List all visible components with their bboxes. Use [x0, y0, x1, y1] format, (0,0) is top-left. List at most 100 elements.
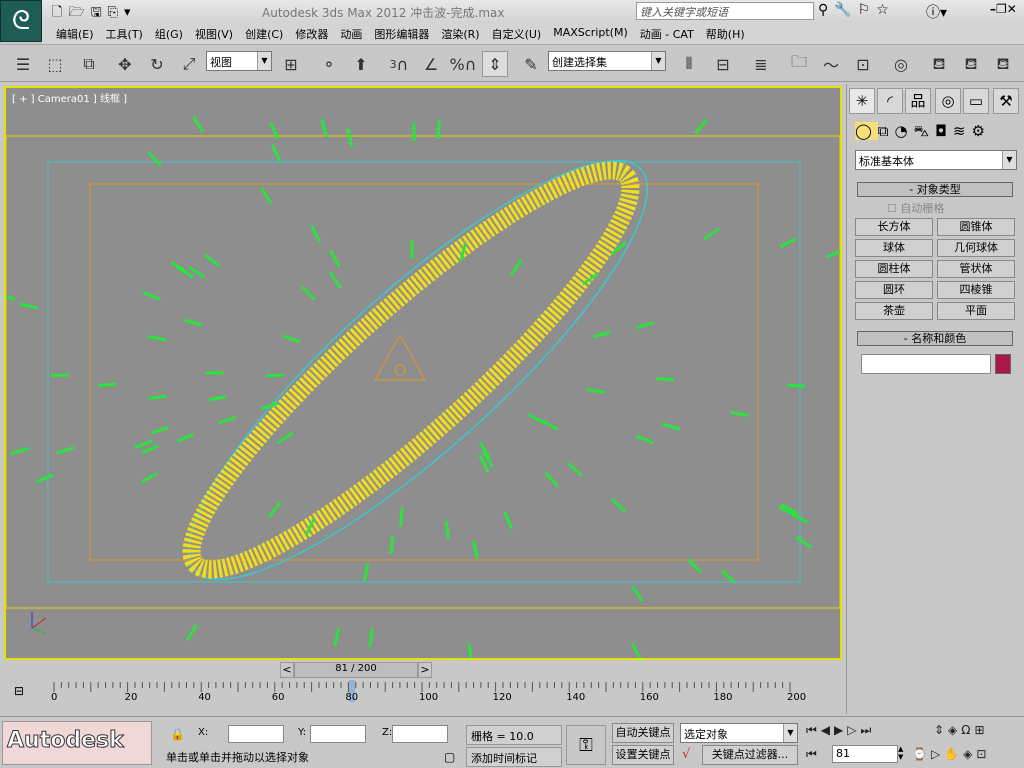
- keyboard-shortcut-icon[interactable]: ⬆: [348, 51, 374, 77]
- rendered-frame-icon[interactable]: ⛾: [958, 51, 984, 77]
- geosphere-button[interactable]: 几何球体: [937, 239, 1015, 257]
- window-crossing-icon[interactable]: ⧉: [76, 51, 102, 77]
- create-tab-icon[interactable]: ✳: [849, 88, 875, 114]
- scene-explorer-icon[interactable]: 🗀: [786, 51, 812, 77]
- auto-key-button[interactable]: 自动关键点: [612, 723, 674, 743]
- display-tab-icon[interactable]: ▭: [963, 88, 989, 114]
- object-color-swatch[interactable]: [995, 354, 1011, 374]
- align-icon[interactable]: ⊟: [710, 51, 736, 77]
- set-key-button[interactable]: 设置关键点: [612, 745, 674, 765]
- cylinder-button[interactable]: 圆柱体: [855, 260, 933, 278]
- utilities-tab-icon[interactable]: ⚒: [993, 88, 1019, 114]
- x-coord-input[interactable]: [228, 725, 284, 743]
- select-by-name-icon[interactable]: ☰: [10, 51, 36, 77]
- menu-animation[interactable]: 动画: [334, 22, 368, 44]
- time-slider-thumb[interactable]: 81 / 200: [294, 662, 418, 678]
- help-icon[interactable]: ⓘ▾: [926, 2, 947, 22]
- named-selection-dropdown[interactable]: 创建选择集 ▼: [548, 51, 666, 71]
- set-key-icon[interactable]: ⚿: [566, 725, 606, 765]
- infocenter-icons[interactable]: ⚲🔧⚐☆: [818, 2, 895, 18]
- pyramid-button[interactable]: 四棱锥: [937, 281, 1015, 299]
- playback-controls[interactable]: ⏮◀▶▷⏭: [806, 723, 875, 738]
- green-particle: [503, 512, 507, 516]
- tangent-icon[interactable]: √: [682, 747, 690, 762]
- frame-spinner[interactable]: ▲ ▼: [898, 745, 906, 763]
- create-category-icons[interactable]: ◯⧉◔⛍◘≋⚙: [855, 122, 991, 142]
- motion-tab-icon[interactable]: ◎: [935, 88, 961, 114]
- snap-toggle-icon[interactable]: 3 ∩: [386, 51, 412, 77]
- rotate-icon[interactable]: ↻: [144, 51, 170, 77]
- modify-tab-icon[interactable]: ◜: [877, 88, 903, 114]
- layer-manager-icon[interactable]: ≣: [748, 51, 774, 77]
- spinner-snap-icon[interactable]: ⇕: [482, 51, 508, 77]
- key-filters-button[interactable]: 关键点过滤器...: [702, 745, 798, 765]
- viewport-nav-icons-bottom[interactable]: ⌚▷✋◈⊡: [912, 747, 990, 761]
- rollout-object-type[interactable]: - 对象类型: [857, 182, 1013, 197]
- green-particle: [154, 430, 158, 434]
- menu-maxscript[interactable]: MAXScript(M): [547, 22, 634, 44]
- menu-modifiers[interactable]: 修改器: [289, 22, 334, 44]
- angle-snap-icon[interactable]: ∠: [418, 51, 444, 77]
- menu-customize[interactable]: 自定义(U): [486, 22, 548, 44]
- current-frame-input[interactable]: 81: [832, 745, 898, 763]
- teapot-button[interactable]: 茶壶: [855, 302, 933, 320]
- menu-graph-editors[interactable]: 图形编辑器: [368, 22, 435, 44]
- plane-button[interactable]: 平面: [937, 302, 1015, 320]
- menu-group[interactable]: 组(G): [149, 22, 189, 44]
- move-icon[interactable]: ✥: [112, 51, 138, 77]
- next-frame-button[interactable]: >: [418, 662, 432, 678]
- lock-icon[interactable]: 🔒: [170, 727, 185, 741]
- select-manipulate-icon[interactable]: ⚬: [316, 51, 342, 77]
- scale-icon[interactable]: ⤢: [176, 51, 202, 77]
- time-tag-icon[interactable]: ▢: [444, 750, 455, 764]
- render-setup-icon[interactable]: ⛾: [926, 51, 952, 77]
- menu-help[interactable]: 帮助(H): [700, 22, 751, 44]
- window-controls[interactable]: –❐✕: [990, 2, 1017, 16]
- tick-label: 120: [492, 692, 512, 703]
- green-particle: [593, 334, 597, 338]
- cone-button[interactable]: 圆锥体: [937, 218, 1015, 236]
- green-particle: [155, 445, 159, 449]
- y-coord-input[interactable]: [310, 725, 366, 743]
- autogrid-checkbox[interactable]: ☐ 自动栅格: [887, 200, 944, 216]
- key-mode-dropdown[interactable]: 选定对象 ▼: [680, 723, 798, 743]
- object-name-input[interactable]: [861, 354, 991, 374]
- green-particle: [826, 255, 830, 259]
- edit-named-selection-icon[interactable]: ✎: [518, 51, 544, 77]
- sphere-button[interactable]: 球体: [855, 239, 933, 257]
- camera-gizmo: [374, 333, 426, 381]
- material-editor-icon[interactable]: ◎: [888, 51, 914, 77]
- curve-editor-toggle-icon[interactable]: ⊟: [14, 684, 24, 698]
- pivot-icon[interactable]: ⊞: [278, 51, 304, 77]
- rollout-name-color[interactable]: - 名称和颜色: [857, 331, 1013, 346]
- app-logo-button[interactable]: ᘓ: [0, 0, 42, 42]
- percent-snap-icon[interactable]: % ∩: [450, 51, 477, 77]
- key-mode-toggle-icon[interactable]: ⏮: [806, 747, 817, 762]
- green-particle: [437, 120, 441, 124]
- prev-frame-button[interactable]: <: [280, 662, 294, 678]
- add-time-tag-button[interactable]: 添加时间标记: [466, 747, 562, 767]
- camera-viewport[interactable]: [ + ] Camera01 ] 线框 ]: [4, 86, 842, 660]
- menu-views[interactable]: 视图(V): [189, 22, 239, 44]
- box-button[interactable]: 长方体: [855, 218, 933, 236]
- search-input[interactable]: 键入关键字或短语: [636, 2, 814, 20]
- torus-button[interactable]: 圆环: [855, 281, 933, 299]
- menu-tools[interactable]: 工具(T): [100, 22, 149, 44]
- schematic-view-icon[interactable]: ⊡: [850, 51, 876, 77]
- curve-editor-icon[interactable]: 〜: [818, 51, 844, 77]
- tube-button[interactable]: 管状体: [937, 260, 1015, 278]
- hierarchy-tab-icon[interactable]: 品: [905, 88, 931, 114]
- menu-edit[interactable]: 编辑(E): [50, 22, 100, 44]
- menu-create[interactable]: 创建(C): [239, 22, 289, 44]
- rect-selection-icon[interactable]: ⬚: [42, 51, 68, 77]
- z-coord-input[interactable]: [392, 725, 448, 743]
- mirror-icon[interactable]: ⫴: [676, 51, 702, 77]
- ref-coord-dropdown[interactable]: 视图 ▼: [206, 51, 272, 71]
- geometry-icon[interactable]: ◯: [855, 122, 878, 140]
- menu-rendering[interactable]: 渲染(R): [435, 22, 485, 44]
- menu-animation-cat[interactable]: 动画 - CAT: [634, 22, 700, 44]
- category-dropdown[interactable]: 标准基本体 ▼: [855, 150, 1017, 170]
- viewport-nav-icons-top[interactable]: ⇕◈Ω⊞: [934, 723, 989, 737]
- render-production-icon[interactable]: ⛾: [990, 51, 1016, 77]
- green-particle: [674, 426, 678, 430]
